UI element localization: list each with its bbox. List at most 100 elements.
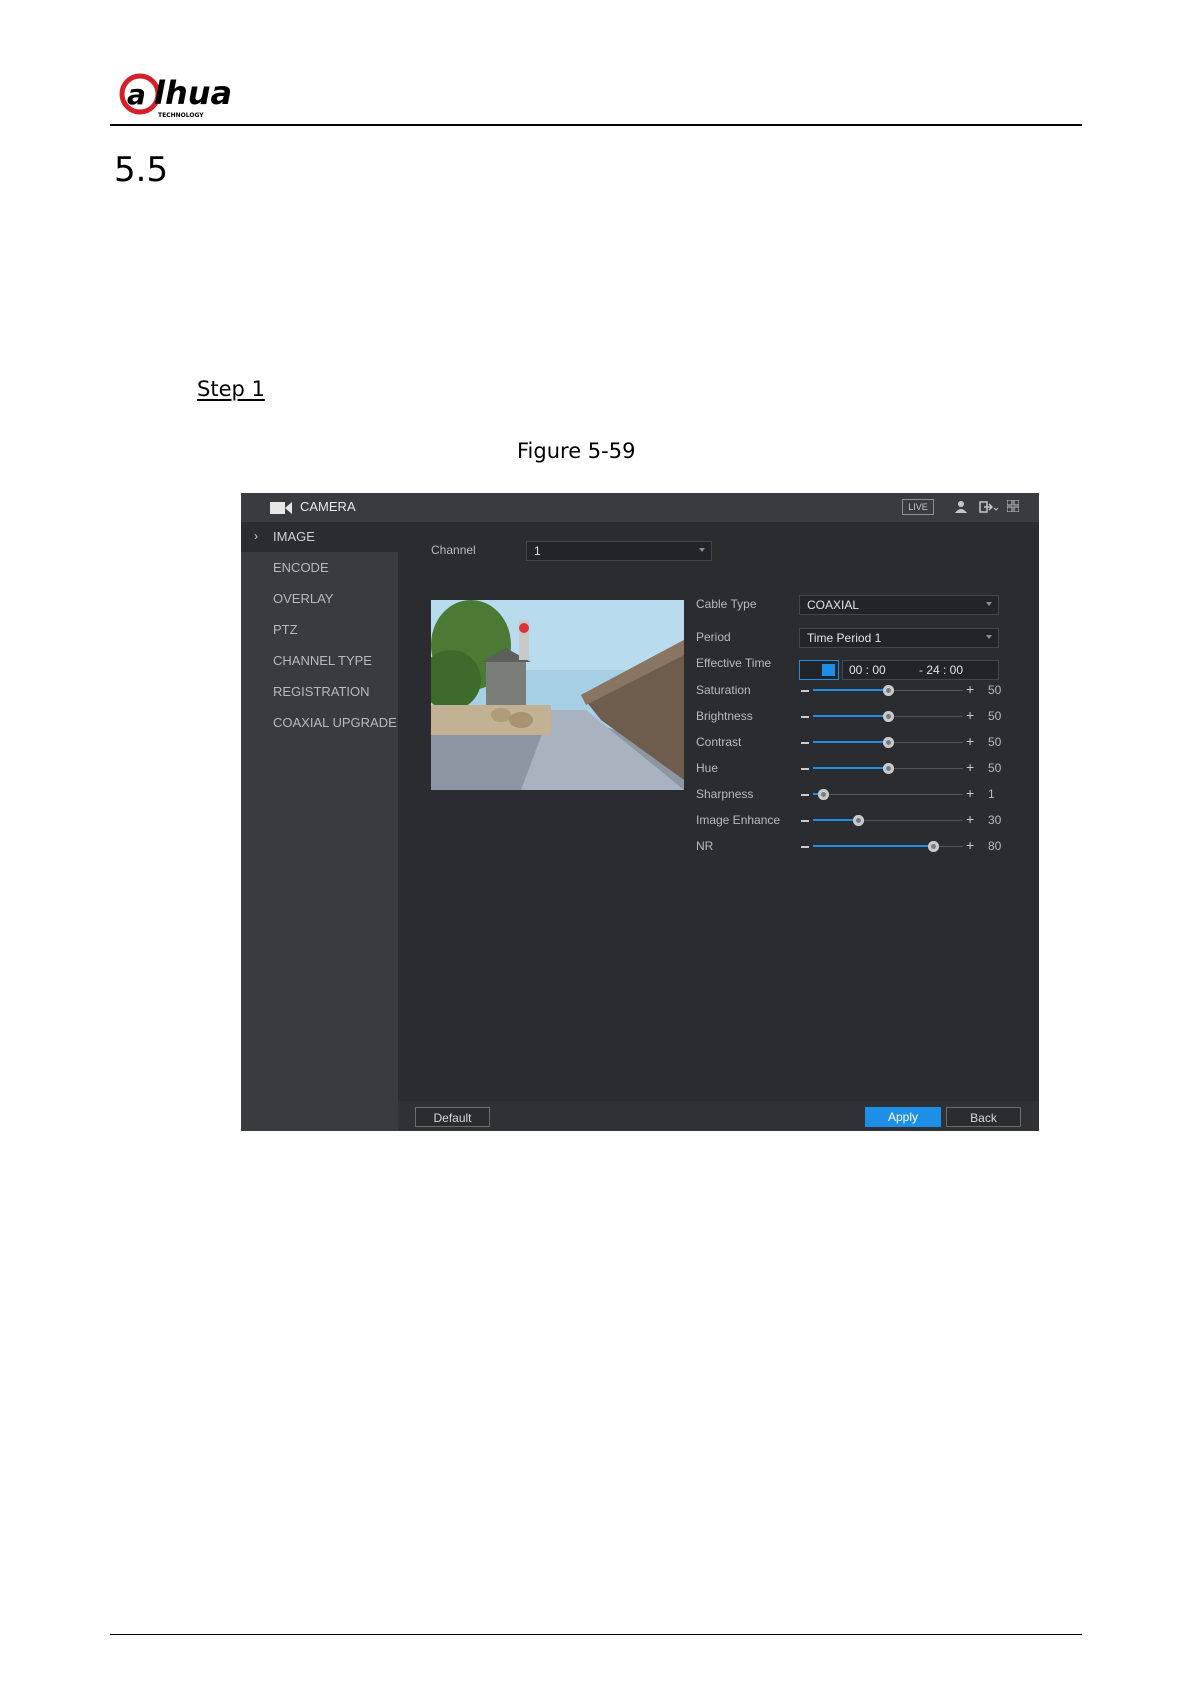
title-bar: CAMERA LIVE xyxy=(241,493,1039,522)
chevron-down-icon xyxy=(986,602,992,606)
user-icon[interactable] xyxy=(955,500,967,514)
chevron-right-icon: › xyxy=(254,529,258,543)
checkbox-indicator xyxy=(822,664,835,676)
section-number: 5.5 xyxy=(114,150,169,190)
plus-icon[interactable]: + xyxy=(966,785,974,801)
period-select[interactable]: Time Period 1 xyxy=(799,628,999,648)
sidebar-item-label: ENCODE xyxy=(273,560,329,575)
brightness-slider[interactable]: Brightness +50 xyxy=(696,706,1026,728)
nr-slider[interactable]: NR +80 xyxy=(696,836,1026,858)
hue-slider[interactable]: Hue +50 xyxy=(696,758,1026,780)
plus-icon[interactable]: + xyxy=(966,837,974,853)
chevron-down-icon xyxy=(986,635,992,639)
slider-fill xyxy=(813,845,933,847)
period-value: Time Period 1 xyxy=(807,631,882,645)
contrast-slider[interactable]: Contrast +50 xyxy=(696,732,1026,754)
back-button[interactable]: Back xyxy=(946,1107,1021,1127)
cable-type-value: COAXIAL xyxy=(807,598,860,612)
slider-fill xyxy=(813,715,888,717)
sidebar-item-label: COAXIAL UPGRADE xyxy=(273,715,397,730)
plus-icon[interactable]: + xyxy=(966,707,974,723)
cable-type-select[interactable]: COAXIAL xyxy=(799,595,999,615)
minus-icon[interactable] xyxy=(801,768,809,770)
plus-icon[interactable]: + xyxy=(966,759,974,775)
plus-icon[interactable]: + xyxy=(966,811,974,827)
slider-handle[interactable] xyxy=(883,711,894,722)
contrast-value: 50 xyxy=(988,735,1002,749)
sidebar-item-image[interactable]: › IMAGE xyxy=(241,522,398,552)
minus-icon[interactable] xyxy=(801,716,809,718)
sidebar-item-overlay[interactable]: OVERLAY xyxy=(241,584,398,614)
menu-grid-icon[interactable] xyxy=(1007,500,1019,512)
live-button[interactable]: LIVE xyxy=(902,499,934,515)
step-label: Step 1 xyxy=(197,377,265,401)
sidebar-item-ptz[interactable]: PTZ xyxy=(241,615,398,645)
effective-time-end: - 24 : 00 xyxy=(919,663,964,677)
sidebar-item-registration[interactable]: REGISTRATION xyxy=(241,677,398,707)
window-title: CAMERA xyxy=(300,499,356,514)
brightness-value: 50 xyxy=(988,709,1002,723)
slider-handle[interactable] xyxy=(853,815,864,826)
camera-settings-screen: CAMERA LIVE › IMAGE ENCODE OVERLAY PTZ C… xyxy=(241,493,1039,1131)
minus-icon[interactable] xyxy=(801,690,809,692)
svg-text:TECHNOLOGY: TECHNOLOGY xyxy=(158,112,204,119)
slider-fill xyxy=(813,689,888,691)
effective-time-label: Effective Time xyxy=(696,656,772,670)
sidebar-item-label: IMAGE xyxy=(273,529,315,544)
sidebar-item-label: OVERLAY xyxy=(273,591,334,606)
slider-fill xyxy=(813,819,858,821)
apply-button[interactable]: Apply xyxy=(865,1107,941,1127)
cable-type-label: Cable Type xyxy=(696,597,757,611)
default-button[interactable]: Default xyxy=(415,1107,490,1127)
svg-text:a: a xyxy=(127,78,146,111)
effective-time-start: 00 : 00 xyxy=(849,663,886,677)
nr-label: NR xyxy=(696,839,714,853)
slider-fill xyxy=(813,767,888,769)
brightness-label: Brightness xyxy=(696,709,753,723)
effective-time-checkbox[interactable] xyxy=(799,660,839,680)
saturation-slider[interactable]: Saturation +50 xyxy=(696,680,1026,702)
camera-icon xyxy=(270,502,292,514)
hue-label: Hue xyxy=(696,761,719,775)
sidebar-item-encode[interactable]: ENCODE xyxy=(241,553,398,583)
sidebar-item-label: REGISTRATION xyxy=(273,684,370,699)
sidebar-item-channel-type[interactable]: CHANNEL TYPE xyxy=(241,646,398,676)
slider-fill xyxy=(813,741,888,743)
slider-track[interactable] xyxy=(813,794,963,795)
sidebar-item-label: PTZ xyxy=(273,622,298,637)
plus-icon[interactable]: + xyxy=(966,733,974,749)
minus-icon[interactable] xyxy=(801,794,809,796)
figure-caption: Figure 5-59 xyxy=(517,439,636,463)
sidebar: › IMAGE ENCODE OVERLAY PTZ CHANNEL TYPE … xyxy=(241,522,398,1131)
sharpness-slider[interactable]: Sharpness +1 xyxy=(696,784,1026,806)
slider-handle[interactable] xyxy=(883,737,894,748)
image-enhance-label: Image Enhance xyxy=(696,813,781,827)
minus-icon[interactable] xyxy=(801,846,809,848)
channel-select[interactable]: 1 xyxy=(526,541,712,561)
period-label: Period xyxy=(696,630,731,644)
hue-value: 50 xyxy=(988,761,1002,775)
minus-icon[interactable] xyxy=(801,742,809,744)
saturation-value: 50 xyxy=(988,683,1002,697)
slider-handle[interactable] xyxy=(883,685,894,696)
footer-bar xyxy=(398,1101,1039,1131)
channel-label: Channel xyxy=(431,543,476,557)
plus-icon[interactable]: + xyxy=(966,681,974,697)
slider-handle[interactable] xyxy=(883,763,894,774)
slider-handle[interactable] xyxy=(928,841,939,852)
chevron-down-icon xyxy=(699,548,705,552)
image-enhance-value: 30 xyxy=(988,813,1002,827)
channel-value: 1 xyxy=(534,544,541,558)
sidebar-item-coaxial-upgrade[interactable]: COAXIAL UPGRADE xyxy=(241,708,398,738)
slider-handle[interactable] xyxy=(818,789,829,800)
footer-rule xyxy=(110,1634,1082,1635)
image-enhance-slider[interactable]: Image Enhance +30 xyxy=(696,810,1026,832)
minus-icon[interactable] xyxy=(801,820,809,822)
nr-value: 80 xyxy=(988,839,1002,853)
logout-icon[interactable] xyxy=(979,500,999,514)
sharpness-label: Sharpness xyxy=(696,787,754,801)
dahua-logo: a lhua TECHNOLOGY xyxy=(119,73,232,119)
saturation-label: Saturation xyxy=(696,683,751,697)
effective-time-range[interactable]: 00 : 00 - 24 : 00 xyxy=(842,660,999,680)
sidebar-item-label: CHANNEL TYPE xyxy=(273,653,372,668)
